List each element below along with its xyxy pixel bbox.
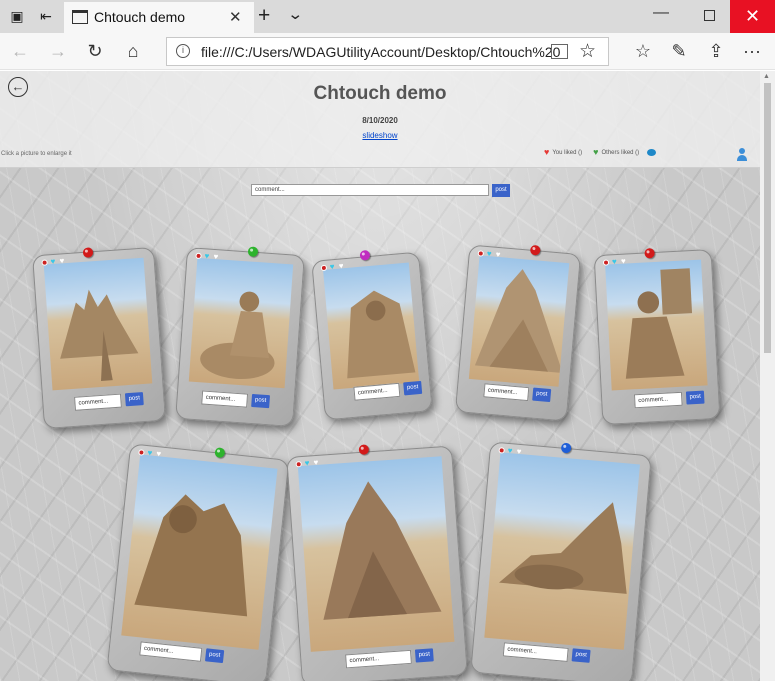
- pushpin-icon: [359, 249, 371, 261]
- heart-icon[interactable]: ♥: [156, 449, 162, 458]
- info-icon[interactable]: i: [176, 44, 190, 58]
- photo-card[interactable]: ♥ ♥ comment... post: [106, 443, 290, 681]
- tab-title: Chtouch demo: [94, 9, 186, 25]
- navigation-bar: ← → ↻ ⌂ i file:///C:/Users/WDAGUtilityAc…: [0, 33, 775, 70]
- close-tab-button[interactable]: ✕: [229, 8, 242, 26]
- page-icon: [72, 10, 88, 24]
- photo-card[interactable]: ♥ ♥ comment... post: [593, 248, 721, 425]
- heart-icon[interactable]: ♥: [204, 251, 209, 260]
- set-tabs-aside-icon[interactable]: ⇤: [37, 7, 55, 25]
- vertical-scrollbar[interactable]: ▲: [760, 71, 775, 681]
- home-icon[interactable]: ⌂: [121, 39, 145, 63]
- pushpin-icon: [82, 247, 94, 258]
- user-icon[interactable]: [736, 148, 748, 161]
- card-comment-input[interactable]: comment...: [139, 641, 203, 662]
- page-title: Chtouch demo: [313, 83, 447, 104]
- card-comment-input[interactable]: comment...: [483, 383, 530, 402]
- page-content: ← Chtouch demo 8/10/2020 slideshow Click…: [0, 71, 760, 681]
- page-date: 8/10/2020: [362, 116, 398, 125]
- heart-icon: ♥: [544, 147, 550, 157]
- address-bar[interactable]: i file:///C:/Users/WDAGUtilityAccount/De…: [166, 37, 609, 66]
- card-comment-input[interactable]: comment...: [353, 382, 401, 401]
- card-comment-input[interactable]: comment...: [74, 393, 122, 411]
- scrollbar-thumb[interactable]: [764, 83, 771, 353]
- sand-sculpture-photo[interactable]: [297, 456, 455, 652]
- like-legend: ♥ You liked () ♥ Others liked (): [544, 147, 657, 157]
- photo-card[interactable]: ♥ ♥ comment... post: [454, 244, 582, 422]
- heart-icon[interactable]: ♥: [507, 446, 513, 455]
- photo-card[interactable]: ♥ ♥ comment... post: [32, 246, 166, 430]
- card-comment-input[interactable]: comment...: [502, 642, 569, 662]
- slideshow-link[interactable]: slideshow: [0, 131, 760, 140]
- pushpin-icon: [644, 248, 655, 259]
- heart-icon[interactable]: ♥: [621, 257, 626, 266]
- minimize-button[interactable]: —: [653, 4, 669, 22]
- heart-icon[interactable]: ♥: [329, 262, 335, 271]
- sand-sculpture-photo[interactable]: [323, 262, 420, 390]
- chat-icon[interactable]: [647, 149, 657, 156]
- heart-icon[interactable]: ♥: [304, 458, 309, 467]
- pushpin-icon: [247, 246, 259, 258]
- forward-button[interactable]: →: [46, 39, 70, 63]
- heart-icon[interactable]: ♥: [50, 257, 55, 266]
- sand-sculpture-photo[interactable]: [188, 257, 294, 389]
- refresh-icon[interactable]: ↻: [83, 39, 107, 63]
- card-comment-input[interactable]: comment...: [633, 391, 683, 409]
- heart-icon[interactable]: ♥: [486, 249, 492, 258]
- sand-sculpture-photo[interactable]: [605, 259, 708, 391]
- page-post-button[interactable]: post: [492, 184, 510, 197]
- favorite-star-icon[interactable]: ☆: [579, 40, 596, 63]
- heart-icon: ♥: [593, 147, 599, 157]
- enlarge-hint: Click a picture to enlarge it: [1, 151, 72, 157]
- sand-sculpture-photo[interactable]: [484, 452, 640, 650]
- legend-you-liked: You liked (): [552, 149, 583, 156]
- card-post-button[interactable]: post: [204, 648, 225, 664]
- photo-card[interactable]: ♥ ♥ comment... post: [470, 441, 652, 681]
- heart-icon[interactable]: ♥: [147, 448, 153, 457]
- tab-actions-icon[interactable]: ▣: [8, 7, 26, 25]
- reader-view-icon[interactable]: [551, 44, 568, 59]
- favorites-list-icon[interactable]: ☆: [631, 39, 655, 63]
- card-post-button[interactable]: post: [571, 648, 591, 663]
- more-icon[interactable]: ···: [740, 39, 764, 63]
- card-post-button[interactable]: post: [532, 387, 552, 403]
- sand-sculpture-photo[interactable]: [121, 454, 278, 650]
- back-button[interactable]: ←: [8, 39, 32, 63]
- tab-chtouch-demo[interactable]: Chtouch demo ✕: [64, 2, 254, 33]
- sand-sculpture-photo[interactable]: [43, 257, 153, 391]
- heart-icon[interactable]: ♥: [59, 256, 64, 265]
- page-header: ← Chtouch demo 8/10/2020 slideshow Click…: [0, 71, 760, 168]
- card-post-button[interactable]: post: [124, 392, 144, 407]
- window-close-button[interactable]: ✕: [730, 0, 775, 33]
- card-comment-input[interactable]: comment...: [345, 649, 412, 669]
- photo-card[interactable]: ♥ ♥ comment... post: [311, 249, 433, 421]
- photo-card[interactable]: ♥ ♥ comment... post: [286, 444, 468, 681]
- card-post-button[interactable]: post: [251, 393, 271, 409]
- page-comment-input[interactable]: comment...: [251, 184, 489, 196]
- maximize-button[interactable]: [704, 10, 715, 21]
- tab-list-chevron-icon[interactable]: ⌄: [287, 5, 303, 23]
- heart-icon[interactable]: ♥: [495, 250, 501, 259]
- photo-card[interactable]: ♥ ♥ comment... post: [175, 246, 305, 427]
- pushpin-icon: [560, 442, 572, 454]
- pushpin-icon: [358, 444, 370, 455]
- pushpin-icon: [214, 447, 226, 459]
- heart-icon[interactable]: ♥: [213, 252, 218, 261]
- card-post-button[interactable]: post: [414, 648, 434, 663]
- legend-others-liked: Others liked (): [601, 149, 640, 156]
- new-tab-button[interactable]: +: [258, 4, 270, 28]
- heart-icon[interactable]: ♥: [338, 261, 344, 270]
- share-icon[interactable]: ⇪: [704, 39, 728, 63]
- browser-titlebar: ▣ ⇤ Chtouch demo ✕ + ⌄ — ✕: [0, 0, 775, 33]
- card-post-button[interactable]: post: [685, 390, 705, 405]
- heart-icon[interactable]: ♥: [516, 447, 522, 456]
- pen-icon[interactable]: ✎: [667, 39, 691, 63]
- address-text[interactable]: file:///C:/Users/WDAGUtilityAccount/Desk…: [201, 44, 563, 60]
- card-comment-input[interactable]: comment...: [201, 390, 249, 408]
- sand-sculpture-photo[interactable]: [468, 255, 570, 387]
- heart-icon[interactable]: ♥: [612, 257, 617, 266]
- pushpin-icon: [529, 244, 541, 256]
- heart-icon[interactable]: ♥: [313, 458, 318, 467]
- card-post-button[interactable]: post: [403, 380, 423, 396]
